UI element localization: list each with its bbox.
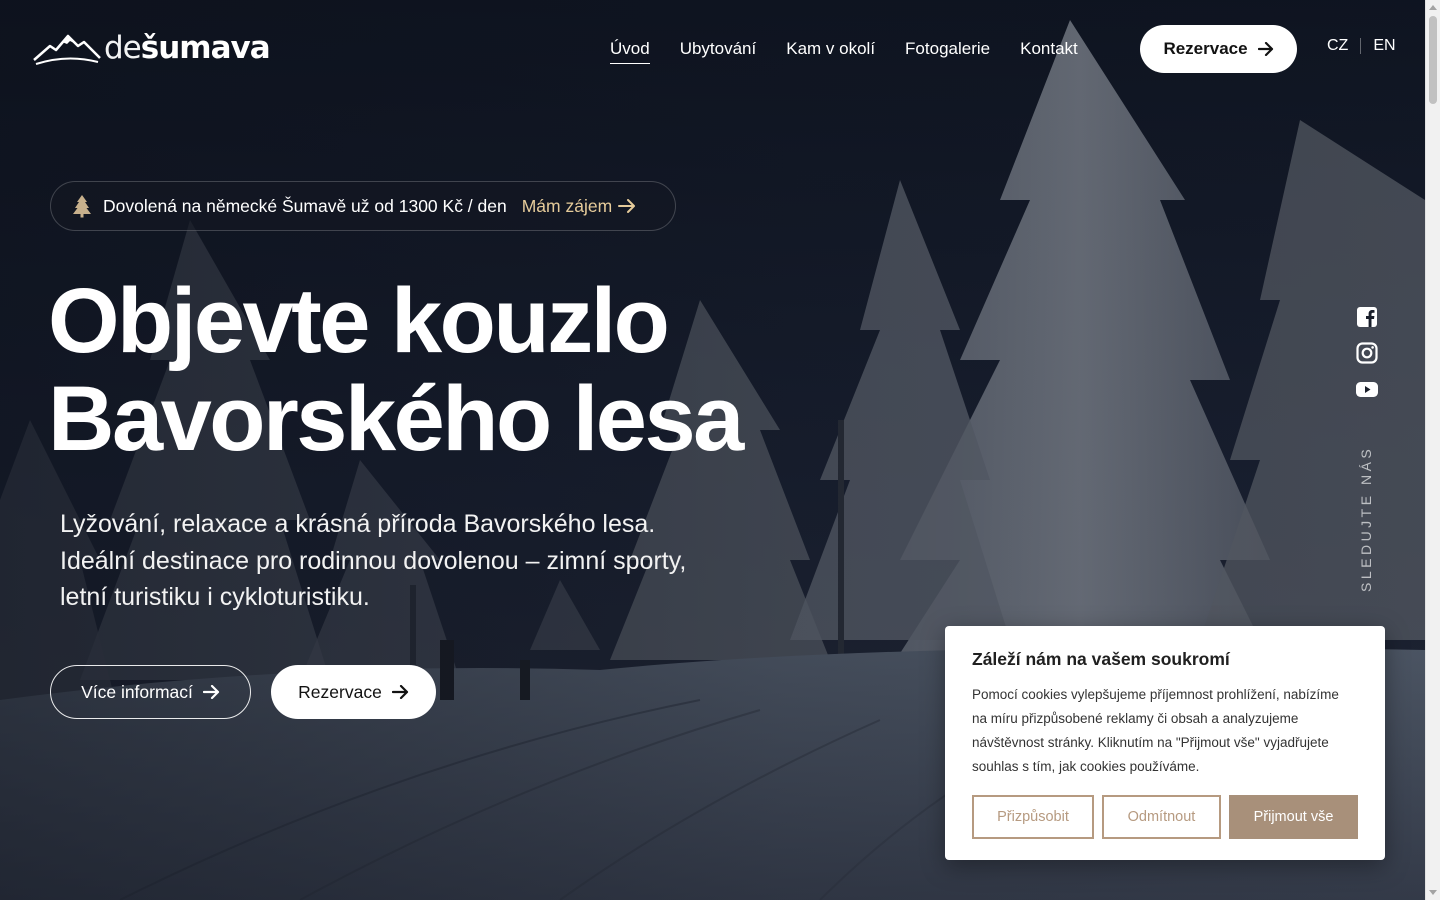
arrow-right-icon [391, 685, 409, 699]
subtext-line-3: letní turistiku i cykloturistiku. [60, 583, 370, 611]
tree-icon [69, 193, 95, 219]
site-logo[interactable]: dešumava [32, 28, 271, 68]
headline-line-2: Bavorského lesa [48, 368, 744, 470]
cookie-consent-dialog: Záleží nám na vašem soukromí Pomocí cook… [945, 626, 1385, 860]
logo-name: šumava [140, 30, 271, 66]
header-reserve-button[interactable]: Rezervace [1140, 25, 1297, 73]
cookie-title: Záleží nám na vašem soukromí [972, 649, 1230, 669]
promo-interest-link[interactable]: Mám zájem [522, 196, 636, 217]
headline-line-1: Objevte kouzlo [48, 270, 670, 372]
scrollbar-thumb[interactable] [1429, 16, 1437, 104]
cookie-customize-button[interactable]: Přizpůsobit [972, 795, 1094, 839]
youtube-icon[interactable] [1355, 377, 1379, 401]
hero-reserve-button[interactable]: Rezervace [271, 665, 436, 719]
lang-en[interactable]: EN [1373, 37, 1395, 55]
arrow-right-icon [1257, 42, 1274, 56]
lang-divider [1360, 38, 1362, 54]
follow-us-label: SLEDUJTE NÁS [1358, 445, 1374, 592]
promo-banner: Dovolená na německé Šumavě už od 1300 Kč… [50, 181, 676, 231]
nav-item-kam-v-okoli[interactable]: Kam v okolí [786, 37, 875, 61]
scroll-up-arrow-icon[interactable] [1429, 5, 1437, 10]
instagram-icon[interactable] [1355, 341, 1379, 365]
header-reserve-label: Rezervace [1163, 39, 1248, 58]
cookie-accept-all-button[interactable]: Přijmout vše [1229, 795, 1358, 839]
facebook-icon[interactable] [1355, 305, 1379, 329]
arrow-right-icon [618, 199, 636, 213]
hero-subtext: Lyžování, relaxace a krásná příroda Bavo… [60, 506, 760, 616]
language-switcher: CZ EN [1327, 37, 1396, 55]
page-scrollbar[interactable] [1425, 0, 1440, 900]
nav-item-ubytovani[interactable]: Ubytování [680, 37, 757, 61]
hero-headline: Objevte kouzlo Bavorského lesa [48, 272, 948, 468]
subtext-line-2: Ideální destinace pro rodinnou dovolenou… [60, 546, 687, 575]
hero-reserve-label: Rezervace [298, 681, 382, 702]
social-links [1355, 305, 1381, 413]
nav-item-uvod[interactable]: Úvod [610, 37, 650, 64]
main-nav: Úvod Ubytování Kam v okolí Fotogalerie K… [610, 37, 1108, 64]
more-info-label: Více informací [81, 681, 193, 702]
lang-cz[interactable]: CZ [1327, 37, 1348, 55]
logo-text: dešumava [104, 28, 271, 68]
arrow-right-icon [202, 685, 220, 699]
promo-link-label: Mám zájem [521, 195, 613, 216]
subtext-line-1: Lyžování, relaxace a krásná příroda Bavo… [60, 510, 656, 538]
mountain-logo-icon [33, 34, 101, 65]
scroll-down-arrow-icon[interactable] [1429, 890, 1437, 895]
more-info-button[interactable]: Více informací [50, 665, 251, 719]
nav-item-fotogalerie[interactable]: Fotogalerie [905, 37, 990, 61]
logo-prefix: de [104, 30, 142, 66]
cookie-text: Pomocí cookies vylepšujeme příjemnost pr… [972, 687, 1339, 774]
promo-text: Dovolená na německé Šumavě už od 1300 Kč… [103, 195, 507, 216]
cookie-reject-button[interactable]: Odmítnout [1102, 795, 1221, 839]
nav-item-kontakt[interactable]: Kontakt [1020, 37, 1078, 61]
